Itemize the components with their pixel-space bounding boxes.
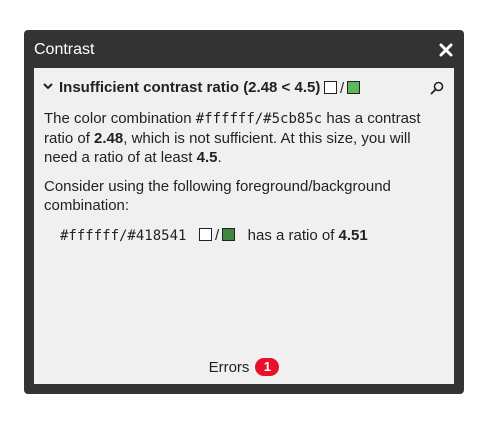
suggested-combination: #ffffff/#418541 / has a ratio of 4.51 <box>60 226 368 246</box>
issue-header[interactable]: Insufficient contrast ratio (2.48 < 4.5)… <box>34 68 454 108</box>
issue-description: The color combination #ffffff/#5cb85c ha… <box>44 109 440 225</box>
suggested-color-combo: #ffffff/#418541 <box>60 228 187 244</box>
dialog-title: Contrast <box>34 41 95 58</box>
issue-color-swatches: / <box>324 80 361 97</box>
swatch-separator: / <box>340 80 345 97</box>
issue-paragraph: The color combination #ffffff/#5cb85c ha… <box>44 109 440 167</box>
errors-label: Errors <box>208 359 250 376</box>
text: . <box>217 149 222 166</box>
error-count-badge[interactable]: 1 <box>255 358 280 376</box>
text: The color combination <box>44 110 196 127</box>
search-icon[interactable] <box>430 81 444 95</box>
dialog-titlebar: Contrast <box>24 30 464 68</box>
issue-heading: Insufficient contrast ratio (2.48 < 4.5) <box>59 79 321 96</box>
suggested-ratio: 4.51 <box>338 227 368 244</box>
contrast-dialog: Contrast Insufficient contrast ratio (2.… <box>24 30 464 394</box>
suggestion-intro: Consider using the following foreground/… <box>44 178 391 214</box>
color-combination: #ffffff/#5cb85c <box>195 111 323 127</box>
errors-footer: Errors 1 <box>34 357 454 379</box>
current-ratio: 2.48 <box>94 130 124 147</box>
required-ratio: 4.5 <box>196 149 218 166</box>
suggested-foreground-swatch <box>198 228 212 241</box>
swatch-separator: / <box>214 227 220 244</box>
background-swatch <box>347 81 361 94</box>
suggested-background-swatch <box>222 228 236 241</box>
close-icon[interactable] <box>438 42 454 58</box>
foreground-swatch <box>324 81 337 94</box>
contrast-panel: Insufficient contrast ratio (2.48 < 4.5)… <box>34 68 454 384</box>
ratio-text: has a ratio of <box>247 227 335 244</box>
chevron-down-icon[interactable] <box>42 81 54 91</box>
